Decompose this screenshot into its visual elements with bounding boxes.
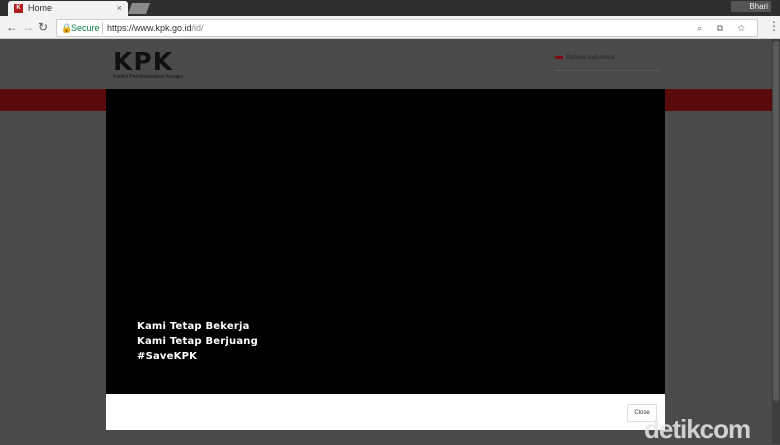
video-modal: Kami Tetap Bekerja Kami Tetap Berjuang #… xyxy=(106,89,665,430)
secure-label: Secure xyxy=(71,23,100,33)
forward-icon[interactable]: → xyxy=(22,19,34,35)
kpk-favicon-icon: K xyxy=(14,4,23,13)
video-player[interactable]: Kami Tetap Bekerja Kami Tetap Berjuang #… xyxy=(106,89,665,394)
flag-icon xyxy=(555,55,563,59)
logo-subtitle: Komisi Pemberantasan Korupsi xyxy=(113,74,184,80)
url-host: https://www.kpk.go.id xyxy=(107,23,192,33)
url-path: /id/ xyxy=(191,23,204,33)
omnibox-divider xyxy=(102,22,103,34)
tab-title: Home xyxy=(28,3,53,13)
language-label: Bahasa Indonesia xyxy=(566,55,615,61)
scrollbar-thumb[interactable] xyxy=(773,41,779,401)
logo-text: KPK xyxy=(113,47,174,76)
reload-icon[interactable]: ↻ xyxy=(38,19,48,35)
video-caption: Kami Tetap Bekerja Kami Tetap Berjuang #… xyxy=(137,319,258,364)
caption-line-2: Kami Tetap Berjuang xyxy=(137,336,258,347)
back-icon[interactable]: ← xyxy=(6,19,18,35)
address-bar-row: ← → ↻ 🔒 Secure https://www.kpk.go.id/id/… xyxy=(0,16,780,39)
caption-line-3: #SaveKPK xyxy=(137,351,198,362)
browser-titlebar: K Home × Bhari xyxy=(0,0,780,16)
url-input[interactable]: 🔒 Secure https://www.kpk.go.id/id/ ⌕ ⧉ ☆ xyxy=(56,19,758,37)
new-tab-button[interactable] xyxy=(127,3,151,14)
browser-tab-home[interactable]: K Home × xyxy=(8,1,128,16)
url-text: https://www.kpk.go.id/id/ xyxy=(107,20,204,36)
page-scrollbar[interactable] xyxy=(772,39,780,444)
caption-line-1: Kami Tetap Bekerja xyxy=(137,321,250,332)
profile-button[interactable]: Bhari xyxy=(731,1,771,12)
kpk-logo[interactable]: KPK Komisi Pemberantasan Korupsi xyxy=(113,47,183,80)
browser-menu-icon[interactable]: ⋮ xyxy=(768,19,780,33)
watermark-logo: detikcom xyxy=(644,414,751,444)
omnibox-actions-icon[interactable]: ⌕ ⧉ ☆ xyxy=(697,20,751,36)
language-selector[interactable]: Bahasa Indonesia xyxy=(555,54,659,71)
tab-close-icon[interactable]: × xyxy=(117,1,122,16)
